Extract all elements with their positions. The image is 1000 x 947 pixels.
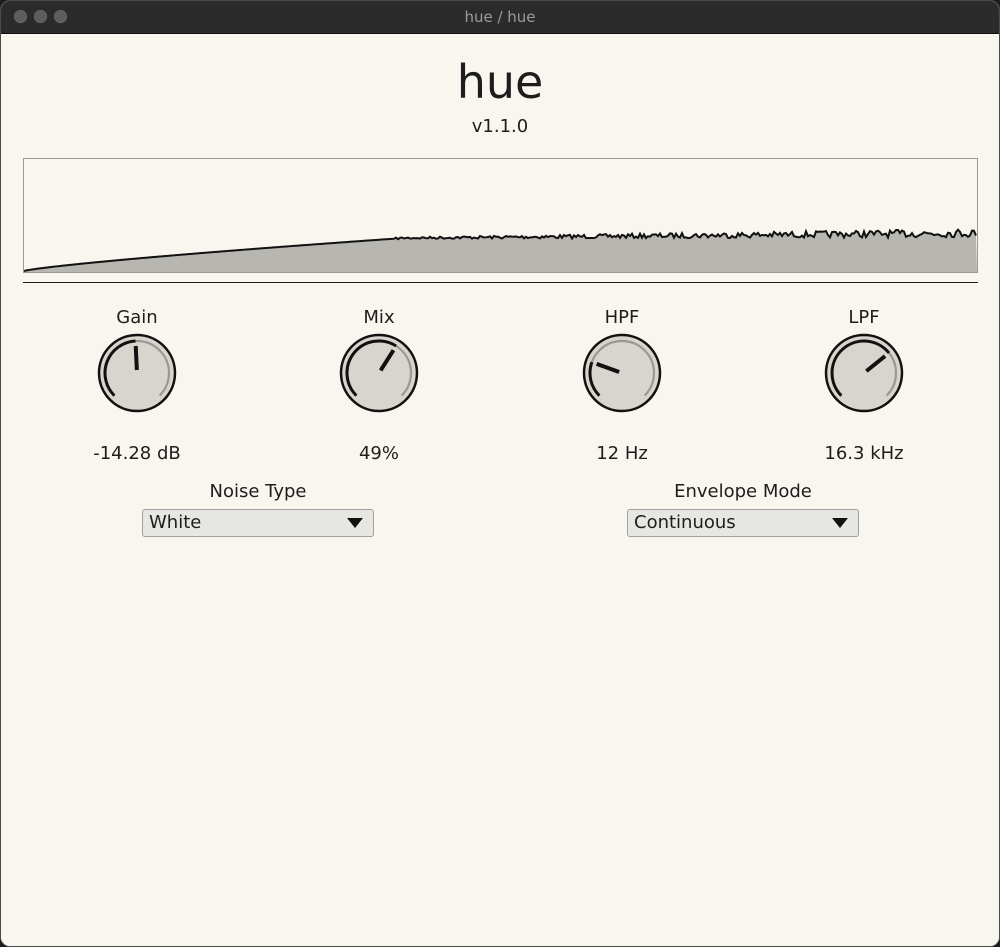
spectrum-graph [24,228,977,272]
window-title: hue / hue [464,8,536,26]
app-title: hue [456,55,544,109]
envelope-mode-control: Envelope Mode Continuous [627,480,859,537]
noise-type-control: Noise Type White [142,480,374,537]
plugin-window: hue / hue hue v1.1.0 Gain -14.28 dB Mix … [0,0,1000,947]
envelope-mode-dropdown[interactable]: Continuous [627,509,859,537]
app-version: v1.1.0 [471,116,529,137]
gain-knob[interactable] [96,332,178,414]
hpf-control: HPF 12 Hz [542,306,702,466]
lpf-control: LPF 16.3 kHz [784,306,944,466]
noise-type-label: Noise Type [209,481,307,502]
mix-value: 49% [358,443,399,464]
noise-type-selected: White [149,512,202,533]
envelope-mode-selected: Continuous [634,512,736,533]
knob-body [339,333,419,413]
knob-body [824,333,904,413]
knob-pointer [133,345,139,371]
gain-label: Gain [116,307,158,328]
lpf-knob[interactable] [823,332,905,414]
lpf-value: 16.3 kHz [824,443,904,464]
knob-body [582,333,662,413]
mix-label: Mix [363,307,395,328]
dropdown-arrow-icon [347,518,363,528]
plugin-content: hue v1.1.0 Gain -14.28 dB Mix 49% HPF 12… [1,34,999,946]
hpf-knob[interactable] [581,332,663,414]
hpf-label: HPF [604,307,640,328]
dropdown-arrow-icon [832,518,848,528]
mix-control: Mix 49% [299,306,459,466]
hpf-value: 12 Hz [596,443,648,464]
divider-line [23,282,978,283]
spectrum-display [23,158,978,273]
spectrum-fill [24,229,977,272]
noise-type-dropdown[interactable]: White [142,509,374,537]
envelope-mode-label: Envelope Mode [674,481,812,502]
lpf-label: LPF [848,307,880,328]
gain-value: -14.28 dB [93,443,181,464]
gain-control: Gain -14.28 dB [57,306,217,466]
title-bar[interactable]: hue / hue [1,1,999,34]
mix-knob[interactable] [338,332,420,414]
